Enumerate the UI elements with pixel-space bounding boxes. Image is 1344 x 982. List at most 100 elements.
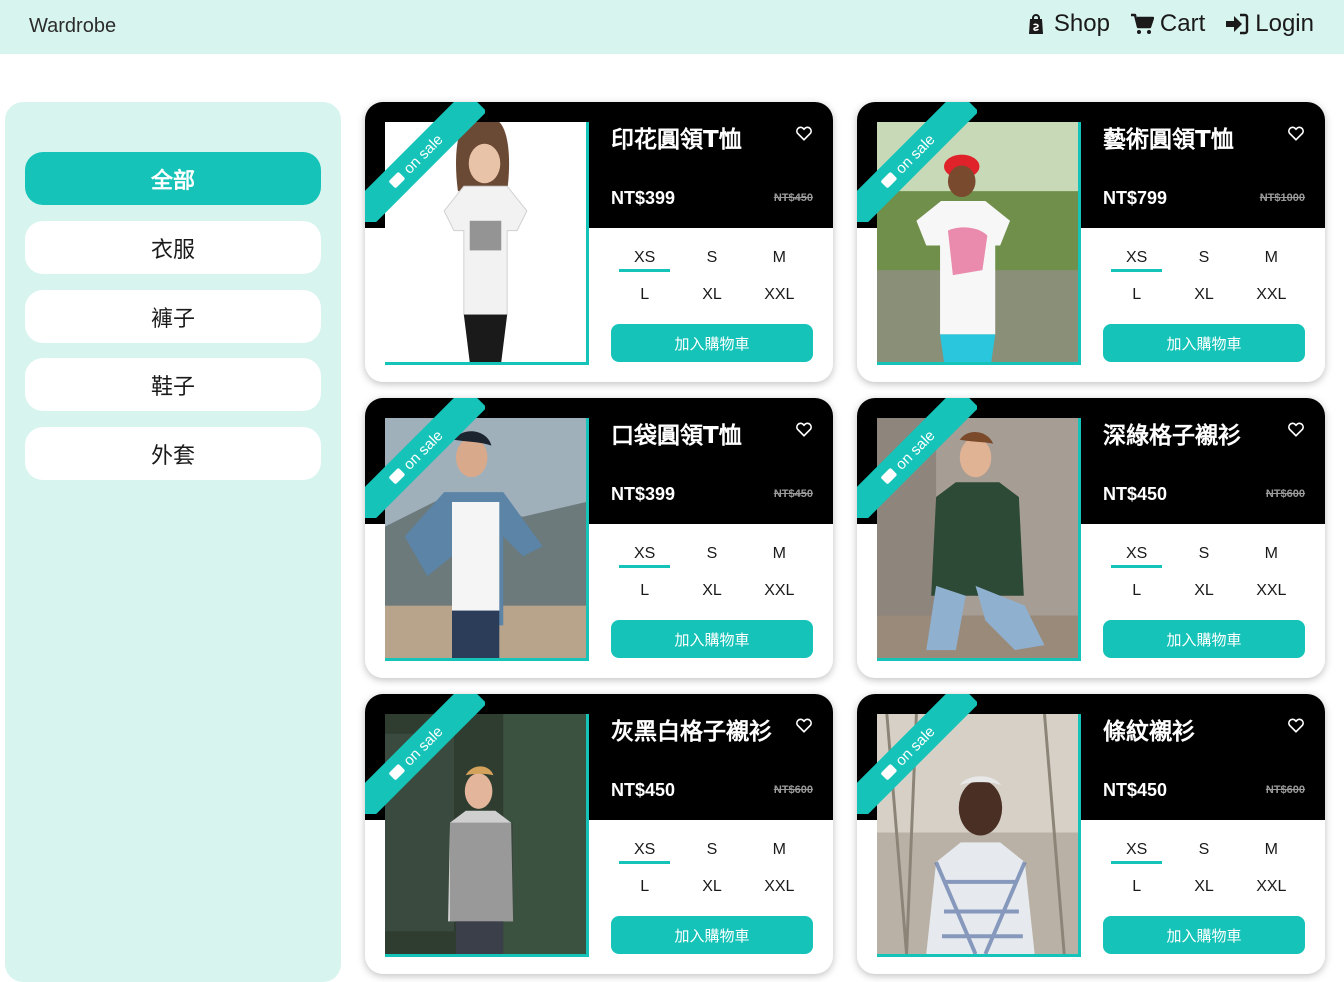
nav-login-link[interactable]: Login <box>1225 10 1314 38</box>
size-option-xs[interactable]: XS <box>1103 544 1170 568</box>
heart-icon[interactable] <box>795 124 813 142</box>
size-option-xl[interactable]: XL <box>678 877 745 900</box>
size-selector: XS S M L XL XXL <box>1103 248 1305 308</box>
category-all-button[interactable]: 全部 <box>25 152 321 205</box>
add-to-cart-button[interactable]: 加入購物車 <box>1103 916 1305 954</box>
size-option-xs[interactable]: XS <box>611 544 678 568</box>
size-option-s[interactable]: S <box>678 544 745 567</box>
product-price: NT$399 <box>611 484 676 504</box>
size-option-l[interactable]: L <box>1103 581 1170 604</box>
size-option-s[interactable]: S <box>1170 248 1237 271</box>
add-to-cart-button[interactable]: 加入購物車 <box>1103 324 1305 362</box>
size-option-m[interactable]: M <box>1238 544 1305 567</box>
tag-icon <box>388 171 406 189</box>
size-option-xxl[interactable]: XXL <box>746 285 813 308</box>
add-to-cart-button[interactable]: 加入購物車 <box>611 620 813 658</box>
sale-ribbon: on sale <box>365 398 485 518</box>
product-original-price: NT$600 <box>1265 784 1305 796</box>
tag-icon <box>880 171 898 189</box>
heart-icon[interactable] <box>1287 124 1305 142</box>
size-option-xs[interactable]: XS <box>611 248 678 272</box>
sale-ribbon-label: on sale <box>891 722 939 770</box>
size-option-m[interactable]: M <box>746 248 813 271</box>
size-option-xxl[interactable]: XXL <box>746 581 813 604</box>
top-navbar: Wardrobe Shop Cart Login <box>0 0 1344 54</box>
product-card: on sale 深綠格子襯衫 NT$450 NT$600 XS S M L XL… <box>857 398 1325 678</box>
heart-icon[interactable] <box>1287 716 1305 734</box>
sale-ribbon: on sale <box>365 694 485 814</box>
size-option-s[interactable]: S <box>678 248 745 271</box>
product-original-price: NT$1000 <box>1259 192 1305 204</box>
size-option-xs[interactable]: XS <box>611 840 678 864</box>
size-option-s[interactable]: S <box>678 840 745 863</box>
size-option-l[interactable]: L <box>1103 285 1170 308</box>
heart-icon[interactable] <box>1287 420 1305 438</box>
category-clothes-button[interactable]: 衣服 <box>25 221 321 274</box>
size-option-xxl[interactable]: XXL <box>1238 581 1305 604</box>
size-option-s[interactable]: S <box>1170 544 1237 567</box>
product-card: on sale 口袋圓領T恤 NT$399 NT$450 XS S M L XL… <box>365 398 833 678</box>
nav-shop-label: Shop <box>1053 10 1110 37</box>
product-price: NT$799 <box>1103 188 1168 208</box>
size-option-l[interactable]: L <box>611 877 678 900</box>
product-card: on sale 灰黑白格子襯衫 NT$450 NT$600 XS S M L X… <box>365 694 833 974</box>
size-selector: XS S M L XL XXL <box>611 248 813 308</box>
product-price: NT$450 <box>1103 780 1168 800</box>
brand-logo[interactable]: Wardrobe <box>29 15 116 38</box>
size-option-xl[interactable]: XL <box>678 285 745 308</box>
product-price: NT$399 <box>611 188 676 208</box>
sale-ribbon: on sale <box>857 398 977 518</box>
nav-cart-link[interactable]: Cart <box>1130 10 1205 38</box>
size-option-xl[interactable]: XL <box>1170 877 1237 900</box>
product-card: on sale 藝術圓領T恤 NT$799 NT$1000 XS S M L X… <box>857 102 1325 382</box>
size-option-m[interactable]: M <box>1238 840 1305 863</box>
size-option-m[interactable]: M <box>746 544 813 567</box>
shopping-bag-icon <box>1028 14 1043 34</box>
sale-ribbon-label: on sale <box>399 130 447 178</box>
size-selector: XS S M L XL XXL <box>1103 840 1305 900</box>
product-name: 條紋襯衫 <box>1103 719 1195 745</box>
heart-icon[interactable] <box>795 716 813 734</box>
sale-ribbon: on sale <box>365 102 485 222</box>
sale-ribbon-label: on sale <box>891 130 939 178</box>
tag-icon <box>388 467 406 485</box>
size-option-l[interactable]: L <box>611 285 678 308</box>
size-option-xl[interactable]: XL <box>678 581 745 604</box>
size-option-xxl[interactable]: XXL <box>746 877 813 900</box>
product-price: NT$450 <box>611 780 676 800</box>
sale-ribbon: on sale <box>857 102 977 222</box>
size-option-xxl[interactable]: XXL <box>1238 285 1305 308</box>
size-option-l[interactable]: L <box>611 581 678 604</box>
add-to-cart-button[interactable]: 加入購物車 <box>611 324 813 362</box>
nav-shop-link[interactable]: Shop <box>1024 10 1110 38</box>
category-shoes-button[interactable]: 鞋子 <box>25 358 321 411</box>
product-price: NT$450 <box>1103 484 1168 504</box>
size-option-l[interactable]: L <box>1103 877 1170 900</box>
nav-login-label: Login <box>1255 10 1314 37</box>
size-option-s[interactable]: S <box>1170 840 1237 863</box>
size-selector: XS S M L XL XXL <box>611 544 813 604</box>
sign-in-icon <box>1226 13 1249 35</box>
nav-cart-label: Cart <box>1159 10 1206 37</box>
size-option-xl[interactable]: XL <box>1170 285 1237 308</box>
size-option-m[interactable]: M <box>1238 248 1305 271</box>
size-option-xs[interactable]: XS <box>1103 248 1170 272</box>
size-option-xs[interactable]: XS <box>1103 840 1170 864</box>
product-original-price: NT$450 <box>773 192 813 204</box>
category-pants-button[interactable]: 褲子 <box>25 290 321 343</box>
size-selector: XS S M L XL XXL <box>1103 544 1305 604</box>
size-option-xl[interactable]: XL <box>1170 581 1237 604</box>
category-sidebar: 全部 衣服 褲子 鞋子 外套 <box>5 102 341 982</box>
size-option-m[interactable]: M <box>746 840 813 863</box>
category-jackets-button[interactable]: 外套 <box>25 427 321 480</box>
add-to-cart-button[interactable]: 加入購物車 <box>1103 620 1305 658</box>
size-option-xxl[interactable]: XXL <box>1238 877 1305 900</box>
heart-icon[interactable] <box>795 420 813 438</box>
main-nav: Shop Cart Login <box>1024 10 1314 38</box>
product-original-price: NT$600 <box>773 784 813 796</box>
tag-icon <box>880 763 898 781</box>
sale-ribbon-label: on sale <box>891 426 939 474</box>
add-to-cart-button[interactable]: 加入購物車 <box>611 916 813 954</box>
product-card: on sale 條紋襯衫 NT$450 NT$600 XS S M L XL X… <box>857 694 1325 974</box>
product-original-price: NT$450 <box>773 488 813 500</box>
